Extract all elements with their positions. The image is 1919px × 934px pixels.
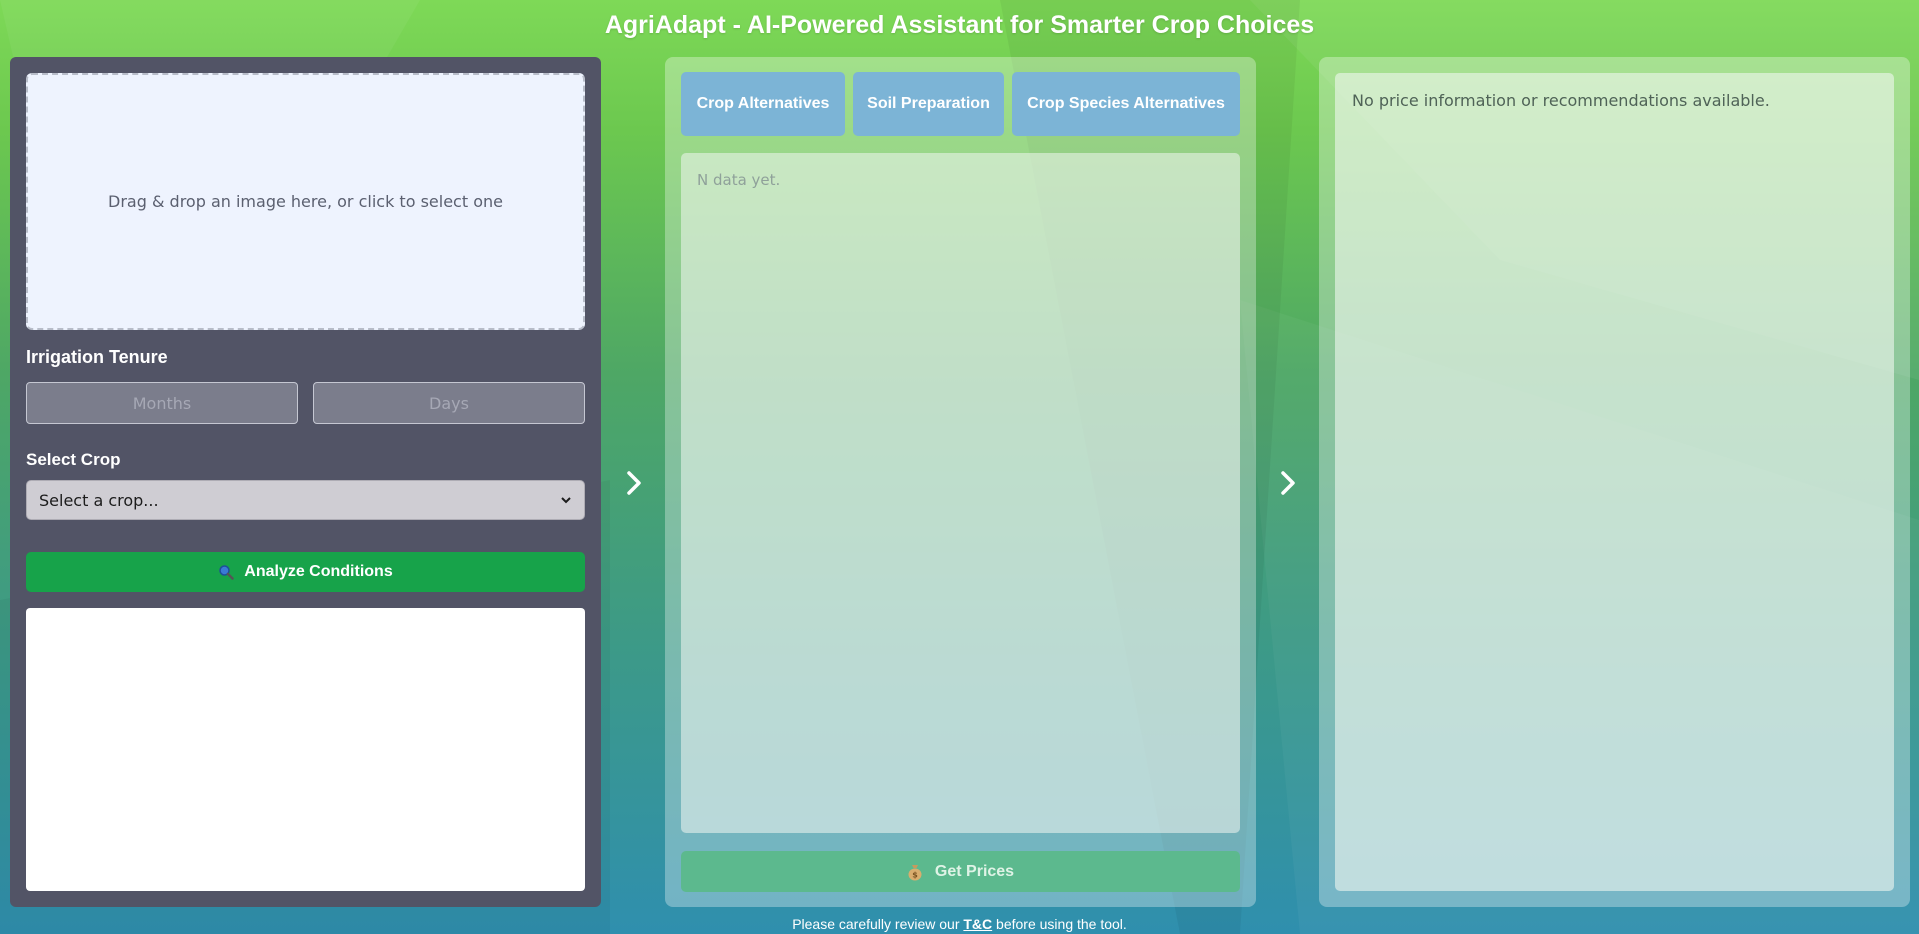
- dropzone-text: Drag & drop an image here, or click to s…: [108, 192, 503, 211]
- tab-soil-preparation[interactable]: Soil Preparation: [853, 72, 1004, 136]
- input-panel: Drag & drop an image here, or click to s…: [10, 57, 601, 907]
- empty-state-text: N data yet.: [697, 171, 781, 189]
- days-input[interactable]: [313, 382, 585, 424]
- prices-panel: No price information or recommendations …: [1319, 57, 1910, 907]
- image-dropzone[interactable]: Drag & drop an image here, or click to s…: [26, 73, 585, 330]
- magnifier-icon: [219, 565, 235, 580]
- crop-select-value: Select a crop...: [39, 490, 159, 510]
- get-prices-button[interactable]: $ Get Prices: [681, 851, 1240, 892]
- tab-crop-species-alternatives[interactable]: Crop Species Alternatives: [1012, 72, 1240, 136]
- svg-text:$: $: [912, 870, 918, 879]
- recommendations-content: N data yet.: [681, 153, 1240, 833]
- chevron-down-icon: [561, 497, 571, 504]
- analyze-conditions-button[interactable]: Analyze Conditions: [26, 552, 585, 592]
- months-input[interactable]: [26, 382, 298, 424]
- terms-notice: Please carefully review our T&C before u…: [0, 916, 1919, 932]
- money-bag-icon: $: [908, 864, 922, 880]
- crop-select[interactable]: Select a crop...: [26, 480, 585, 520]
- chevron-right-icon[interactable]: [1273, 468, 1303, 498]
- page-title: AgriAdapt - AI-Powered Assistant for Sma…: [604, 11, 1315, 39]
- price-info-text: No price information or recommendations …: [1352, 91, 1770, 110]
- tab-crop-alternatives[interactable]: Crop Alternatives: [681, 72, 845, 136]
- chevron-right-icon[interactable]: [619, 468, 649, 498]
- terms-text-after: before using the tool.: [996, 916, 1127, 932]
- price-info-area: No price information or recommendations …: [1335, 73, 1894, 891]
- analysis-results-box: [26, 608, 585, 891]
- recommendations-panel: Crop Alternatives Soil Preparation Crop …: [665, 57, 1256, 907]
- terms-link[interactable]: T&C: [963, 916, 992, 932]
- analyze-button-label: Analyze Conditions: [244, 563, 393, 580]
- get-prices-label: Get Prices: [934, 862, 1015, 880]
- terms-text-before: Please carefully review our: [792, 916, 960, 932]
- select-crop-label: Select Crop: [26, 450, 121, 469]
- irrigation-tenure-label: Irrigation Tenure: [26, 347, 168, 367]
